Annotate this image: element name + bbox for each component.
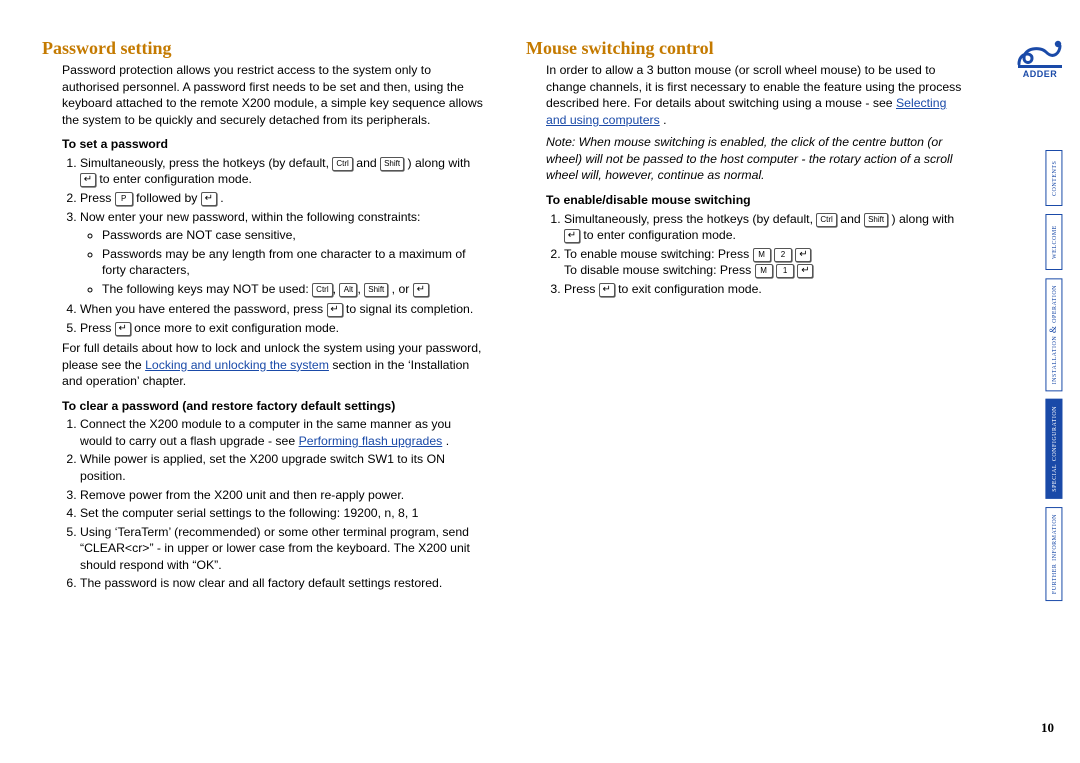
mouse-step-2: To enable mouse switching: Press M 2 ↵ T… xyxy=(564,246,968,279)
left-title: Password setting xyxy=(42,36,484,60)
keycap-shift: Shift xyxy=(364,283,388,297)
constraint-1: Passwords are NOT case sensitive, xyxy=(102,227,484,244)
keycap-enter: ↵ xyxy=(80,173,96,187)
set-step-2: Press P followed by ↵ . xyxy=(80,190,484,207)
keycap-m: M xyxy=(753,248,771,262)
clear-step-2: While power is applied, set the X200 upg… xyxy=(80,451,484,484)
clear-step-6: The password is now clear and all factor… xyxy=(80,575,484,592)
keycap-ctrl: Ctrl xyxy=(816,213,836,227)
clear-step-5: Using ‘TeraTerm’ (recommended) or some o… xyxy=(80,524,484,574)
clear-step-3: Remove power from the X200 unit and then… xyxy=(80,487,484,504)
constraint-3: The following keys may NOT be used: Ctrl… xyxy=(102,281,484,298)
snake-icon xyxy=(1016,36,1064,70)
keycap-p: P xyxy=(115,192,133,206)
left-column: Password setting Password protection all… xyxy=(42,36,484,596)
keycap-enter: ↵ xyxy=(795,248,811,262)
right-note: Note: When mouse switching is enabled, t… xyxy=(546,134,968,184)
keycap-ctrl: Ctrl xyxy=(312,283,332,297)
side-nav: contents welcome installation & operatio… xyxy=(1045,150,1062,601)
keycap-enter: ↵ xyxy=(327,303,343,317)
page-number: 10 xyxy=(1041,719,1054,737)
keycap-1: 1 xyxy=(776,264,794,278)
keycap-enter: ↵ xyxy=(564,229,580,243)
keycap-shift: Shift xyxy=(380,157,404,171)
mouse-step-3: Press ↵ to exit configuration mode. xyxy=(564,281,968,298)
set-password-heading: To set a password xyxy=(62,136,484,153)
right-title: Mouse switching control xyxy=(526,36,968,60)
mouse-switch-steps: Simultaneously, press the hotkeys (by de… xyxy=(546,211,968,298)
keycap-enter: ↵ xyxy=(599,283,615,297)
brand-logo: ADDER xyxy=(1014,36,1066,80)
clear-password-steps: Connect the X200 module to a computer in… xyxy=(62,416,484,591)
keycap-enter: ↵ xyxy=(797,264,813,278)
link-lock-unlock[interactable]: Locking and unlocking the system xyxy=(145,358,329,372)
tab-further[interactable]: further information xyxy=(1045,507,1062,601)
keycap-enter: ↵ xyxy=(413,283,429,297)
clear-step-4: Set the computer serial settings to the … xyxy=(80,505,484,522)
set-step-3: Now enter your new password, within the … xyxy=(80,209,484,298)
keycap-ctrl: Ctrl xyxy=(332,157,352,171)
set-step-4: When you have entered the password, pres… xyxy=(80,301,484,318)
page: ADDER contents welcome installation & op… xyxy=(0,0,1080,763)
password-constraints: Passwords are NOT case sensitive, Passwo… xyxy=(80,227,484,297)
keycap-enter: ↵ xyxy=(115,322,131,336)
tab-contents[interactable]: contents xyxy=(1045,150,1062,206)
keycap-2: 2 xyxy=(774,248,792,262)
keycap-enter: ↵ xyxy=(201,192,217,206)
brand-name: ADDER xyxy=(1014,68,1066,80)
clear-step-1: Connect the X200 module to a computer in… xyxy=(80,416,484,449)
keycap-shift: Shift xyxy=(864,213,888,227)
tab-welcome[interactable]: welcome xyxy=(1045,214,1062,270)
keycap-m: M xyxy=(755,264,773,278)
clear-password-heading: To clear a password (and restore factory… xyxy=(62,398,484,415)
constraint-2: Passwords may be any length from one cha… xyxy=(102,246,484,279)
link-flash-upgrade[interactable]: Performing flash upgrades xyxy=(299,434,443,448)
after-steps-note: For full details about how to lock and u… xyxy=(62,340,484,390)
right-lead: In order to allow a 3 button mouse (or s… xyxy=(546,62,968,128)
set-step-1: Simultaneously, press the hotkeys (by de… xyxy=(80,155,484,188)
set-password-steps: Simultaneously, press the hotkeys (by de… xyxy=(62,155,484,336)
tab-special[interactable]: special configuration xyxy=(1045,399,1062,499)
mouse-step-1: Simultaneously, press the hotkeys (by de… xyxy=(564,211,968,244)
keycap-alt: Alt xyxy=(339,283,357,297)
mouse-switch-heading: To enable/disable mouse switching xyxy=(546,192,968,209)
right-column: Mouse switching control In order to allo… xyxy=(526,36,968,596)
tab-install[interactable]: installation & operation xyxy=(1045,278,1062,391)
set-step-5: Press ↵ once more to exit configuration … xyxy=(80,320,484,337)
left-lead: Password protection allows you restrict … xyxy=(62,62,484,128)
